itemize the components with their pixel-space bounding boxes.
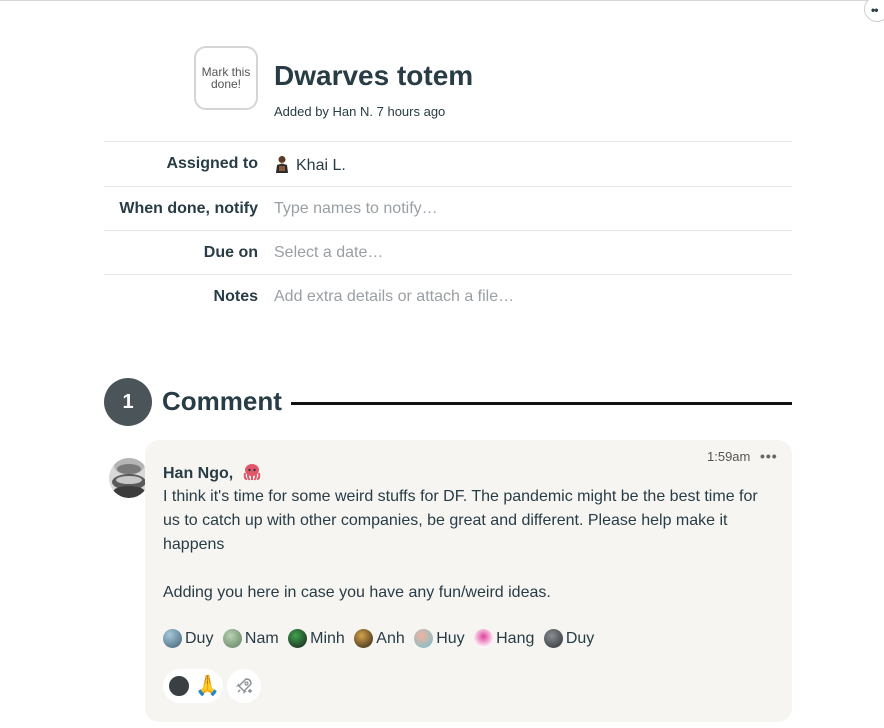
mention-chip[interactable]: Minh	[288, 629, 345, 648]
mention-name: Nam	[244, 629, 279, 647]
comment-paragraph: Adding you here in case you have any fun…	[163, 584, 551, 601]
comment-count-badge: 1	[104, 378, 152, 426]
mentions-list: Duy Nam Minh Anh Huy Hang Duy	[163, 629, 599, 651]
rocket-icon	[236, 678, 252, 694]
mention-chip[interactable]: Nam	[222, 629, 279, 648]
notify-row: When done, notify Type names to notify…	[104, 186, 792, 230]
mention-avatar	[288, 629, 308, 648]
mention-name: Hang	[496, 629, 535, 647]
comment-author[interactable]: Han Ngo,	[163, 463, 262, 483]
notes-input[interactable]: Add extra details or attach a file…	[274, 288, 514, 306]
top-divider	[0, 0, 884, 1]
boosts-row: 🙏	[163, 668, 261, 704]
due-label: Due on	[203, 244, 258, 261]
assignee-name: Khai L.	[296, 157, 346, 174]
mention-chip[interactable]: Hang	[474, 629, 534, 648]
mention-avatar	[222, 629, 242, 648]
mention-avatar	[354, 629, 374, 648]
todo-title[interactable]: Dwarves totem	[274, 60, 473, 92]
more-icon[interactable]: ••	[864, 0, 884, 22]
mention-name: Minh	[310, 629, 345, 647]
notes-label: Notes	[213, 288, 258, 305]
assigned-label: Assigned to	[166, 155, 258, 172]
boost-emoji: 🙏	[195, 675, 220, 697]
added-by-meta: Added by Han N. 7 hours ago	[274, 104, 446, 119]
add-boost-button[interactable]	[227, 669, 261, 703]
mention-avatar	[163, 629, 182, 648]
comment-paragraph: I think it's time for some weird stuffs …	[163, 488, 758, 553]
notify-input[interactable]: Type names to notify…	[274, 200, 438, 218]
comment-heading-rule	[291, 402, 792, 405]
mention-avatar	[474, 629, 494, 648]
commenter-avatar[interactable]	[108, 452, 150, 500]
assignee-avatar	[276, 156, 288, 173]
mention-name: Duy	[185, 629, 214, 647]
booster-avatar	[167, 674, 191, 698]
comment-body: I think it's time for some weird stuffs …	[163, 485, 778, 605]
notes-row: Notes Add extra details or attach a file…	[104, 274, 792, 318]
mention-chip[interactable]: Duy	[163, 629, 213, 648]
comment-timestamp[interactable]: 1:59am	[707, 449, 750, 464]
comment-heading: Comment	[162, 386, 282, 416]
mark-done-label: Mark this done!	[201, 65, 251, 91]
mention-chip[interactable]: Anh	[354, 629, 405, 648]
due-date-input[interactable]: Select a date…	[274, 244, 383, 262]
mention-avatar	[543, 629, 563, 648]
assignee-chip[interactable]: Khai L.	[274, 155, 346, 175]
mention-chip[interactable]: Duy	[543, 629, 595, 648]
mention-name: Huy	[436, 629, 465, 647]
due-row: Due on Select a date…	[104, 230, 792, 274]
assigned-row: Assigned to Khai L.	[104, 141, 792, 185]
mention-name: Duy	[565, 629, 595, 647]
comment-more-icon[interactable]: •••	[760, 447, 782, 465]
notify-label: When done, notify	[119, 200, 258, 217]
mention-chip[interactable]: Huy	[414, 629, 465, 648]
mark-done-button[interactable]: Mark this done!	[194, 46, 258, 110]
mention-avatar	[414, 629, 434, 648]
comment-author-name: Han Ngo,	[163, 465, 234, 482]
octopus-icon	[243, 464, 260, 481]
mention-name: Anh	[376, 629, 405, 647]
boost-pill[interactable]: 🙏	[163, 669, 223, 703]
